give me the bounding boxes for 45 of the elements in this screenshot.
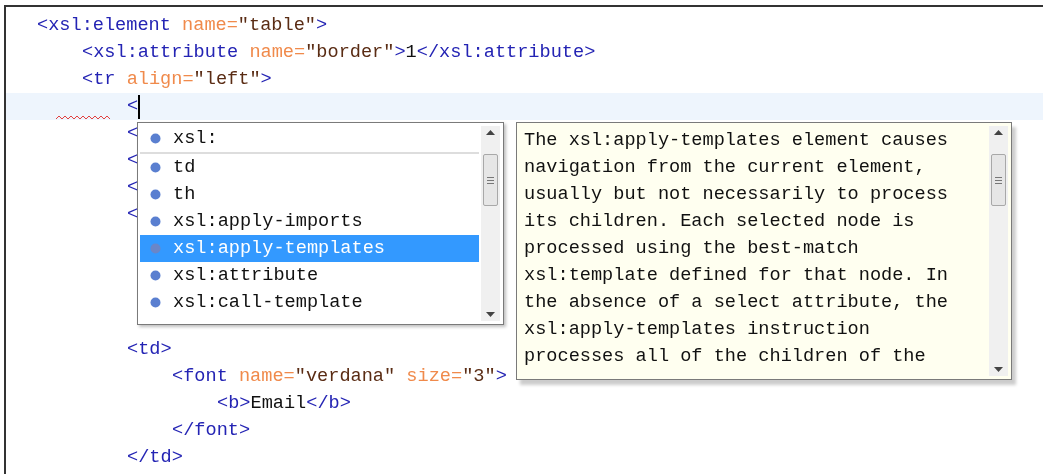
- element-bullet-icon: [150, 297, 161, 308]
- documentation-text: the absence of a select attribute, the: [524, 291, 949, 315]
- documentation-text: usually but not necessarily to process: [524, 183, 949, 207]
- element-bullet-icon: [150, 189, 161, 200]
- documentation-text: xsl:apply-templates instruction: [524, 318, 871, 342]
- code-line: <: [127, 149, 139, 173]
- code-line: <xsl:attribute name="border">1</xsl:attribute>: [82, 41, 596, 65]
- completion-item[interactable]: th: [140, 181, 479, 208]
- documentation-scrollbar[interactable]: [989, 126, 1008, 376]
- documentation-text: its children. Each selected node is: [524, 210, 916, 234]
- documentation-text: processed using the best-match: [524, 237, 860, 261]
- code-line: <: [127, 203, 139, 227]
- scroll-down-icon[interactable]: [994, 367, 1003, 372]
- element-bullet-icon: [150, 243, 161, 254]
- code-line: <td>: [127, 338, 172, 362]
- documentation-text: processes all of the children of the: [524, 345, 927, 369]
- code-line: </font>: [172, 419, 251, 443]
- code-line: <: [127, 95, 139, 119]
- code-line: </td>: [127, 446, 183, 470]
- code-line: <: [127, 122, 139, 146]
- element-bullet-icon: [150, 133, 161, 144]
- completion-item[interactable]: xsl:call-template: [140, 289, 479, 316]
- code-line: <xsl:element name="table">: [37, 14, 328, 38]
- code-line: <tr align="left">: [82, 68, 272, 92]
- completion-item[interactable]: td: [140, 154, 479, 181]
- element-bullet-icon: [150, 162, 161, 173]
- code-line: <b>Email</b>: [217, 392, 351, 416]
- scroll-up-icon[interactable]: [486, 130, 495, 135]
- completion-item[interactable]: xsl:: [140, 125, 479, 154]
- scroll-thumb[interactable]: [991, 154, 1006, 206]
- documentation-text: navigation from the current element,: [524, 156, 927, 180]
- text-cursor: [138, 94, 141, 119]
- element-bullet-icon: [150, 216, 161, 227]
- documentation-text: The xsl:apply-templates element causes: [524, 129, 949, 153]
- scroll-thumb[interactable]: [483, 154, 498, 206]
- code-line: <font name="verdana" size="3">: [172, 365, 507, 389]
- completion-item[interactable]: xsl:attribute: [140, 262, 479, 289]
- documentation-text: xsl:template defined for that node. In: [524, 264, 949, 288]
- completion-scrollbar[interactable]: [481, 126, 500, 321]
- scroll-down-icon[interactable]: [486, 312, 495, 317]
- error-squiggle: [56, 115, 110, 120]
- code-line: <: [127, 176, 139, 200]
- element-bullet-icon: [150, 270, 161, 281]
- completion-item[interactable]: xsl:apply-imports: [140, 208, 479, 235]
- scroll-up-icon[interactable]: [994, 130, 1003, 135]
